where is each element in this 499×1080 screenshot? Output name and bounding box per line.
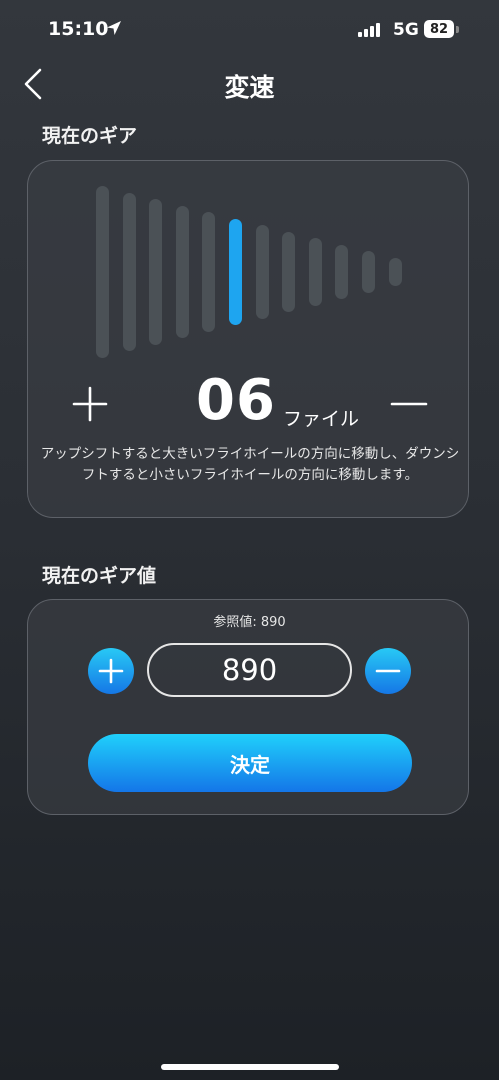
minus-icon (375, 669, 401, 673)
confirm-button[interactable]: 決定 (88, 734, 412, 792)
battery-icon: 82 (424, 20, 454, 38)
page-title: 変速 (224, 73, 275, 102)
gear-bar-7 (255, 225, 269, 319)
gear-bar-1 (96, 186, 109, 358)
gear-bar-12 (388, 258, 402, 286)
gear-description: アップシフトすると大きいフライホイールの方向に移動し、ダウンシフトすると小さいフ… (40, 446, 460, 483)
gear-bar-4 (175, 205, 189, 339)
gear-bar-8 (282, 231, 296, 313)
signal-icon (358, 23, 380, 37)
gear-bar-9 (308, 238, 322, 306)
gear-indicator (0, 186, 499, 366)
current-gear-section-title: 現在のギア (42, 125, 138, 147)
network-label: 5G (393, 20, 419, 40)
reference-value: 参照値: 890 (213, 615, 286, 630)
gear-bar-10 (335, 244, 349, 300)
gear-bar-11 (362, 251, 375, 293)
gear-value-section-title: 現在のギア値 (42, 565, 157, 587)
increment-button[interactable] (88, 648, 134, 694)
gear-bar-6 (229, 218, 242, 326)
gear-bar-5 (202, 212, 216, 332)
upshift-plus-icon[interactable] (70, 384, 110, 424)
location-arrow-icon (107, 21, 121, 35)
gear-bar-3 (149, 199, 163, 345)
home-indicator (161, 1064, 339, 1070)
status-bar: 15:10 5G 82 (0, 0, 499, 60)
downshift-minus-icon[interactable] (390, 384, 430, 424)
gear-value-input[interactable] (147, 643, 352, 697)
battery-cap (456, 26, 459, 33)
current-gear-number: 06 (196, 368, 276, 433)
decrement-button[interactable] (365, 648, 411, 694)
plus-icon (98, 658, 124, 684)
gear-bar-2 (122, 192, 136, 352)
gear-unit-label: ファイル (283, 408, 360, 430)
status-time: 15:10 (48, 18, 109, 40)
